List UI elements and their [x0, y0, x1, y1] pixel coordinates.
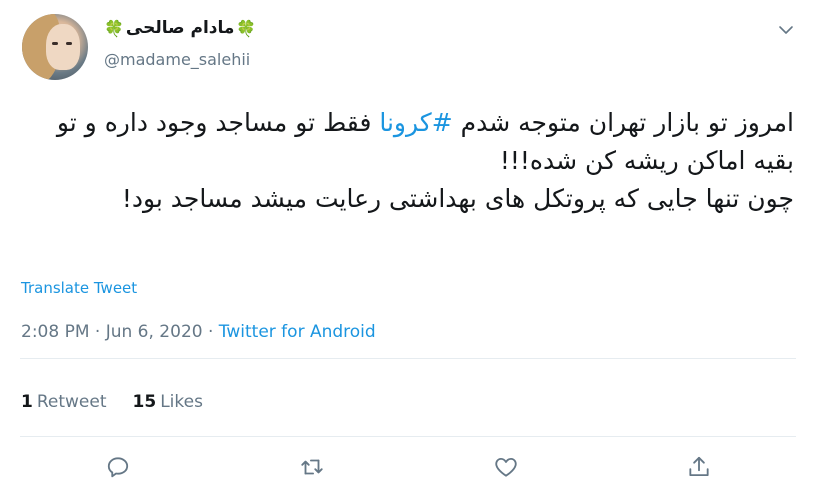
retweets-count: 1 [21, 392, 33, 412]
tweet-meta: 2:08 PM · Jun 6, 2020 · Twitter for Andr… [21, 322, 376, 342]
tweet-text-part: چون تنها جایی که پروتکل های بهداشتی رعای… [121, 184, 794, 213]
hashtag-link[interactable]: #کرونا [379, 108, 452, 137]
tweet-stats: 1 Retweet 15 Likes [21, 392, 203, 412]
likes-stat[interactable]: 15 Likes [133, 392, 203, 412]
like-icon[interactable] [493, 454, 519, 480]
avatar[interactable] [22, 14, 88, 80]
translate-tweet-link[interactable]: Translate Tweet [21, 279, 137, 297]
retweets-stat[interactable]: 1 Retweet [21, 392, 107, 412]
tweet-actions [0, 454, 816, 482]
retweet-icon[interactable] [299, 454, 325, 480]
user-handle[interactable]: @madame_salehii [104, 50, 250, 69]
tweet-time[interactable]: 2:08 PM [21, 322, 90, 342]
separator: · [89, 322, 106, 342]
chevron-down-icon[interactable] [778, 22, 794, 38]
avatar-face [46, 24, 80, 70]
divider [20, 358, 796, 359]
divider [20, 436, 796, 437]
clover-icon: 🍀 [104, 18, 124, 38]
clover-icon: 🍀 [236, 18, 257, 38]
avatar-eye-right [66, 42, 72, 45]
retweets-label: Retweet [36, 392, 107, 412]
share-icon[interactable] [686, 454, 712, 480]
likes-label: Likes [160, 392, 203, 412]
display-name-text: مادام صالحی [125, 18, 235, 38]
tweet-source-link[interactable]: Twitter for Android [219, 322, 376, 342]
separator: · [202, 322, 219, 342]
likes-count: 15 [132, 392, 157, 412]
tweet-date[interactable]: Jun 6, 2020 [106, 322, 203, 342]
display-name[interactable]: 🍀 مادام صالحی 🍀 [104, 18, 256, 38]
avatar-eye-left [52, 42, 58, 45]
reply-icon[interactable] [105, 454, 131, 480]
tweet-text-part: امروز تو بازار تهران متوجه شدم [452, 108, 794, 137]
tweet-text: امروز تو بازار تهران متوجه شدم #کرونا فق… [24, 104, 794, 218]
